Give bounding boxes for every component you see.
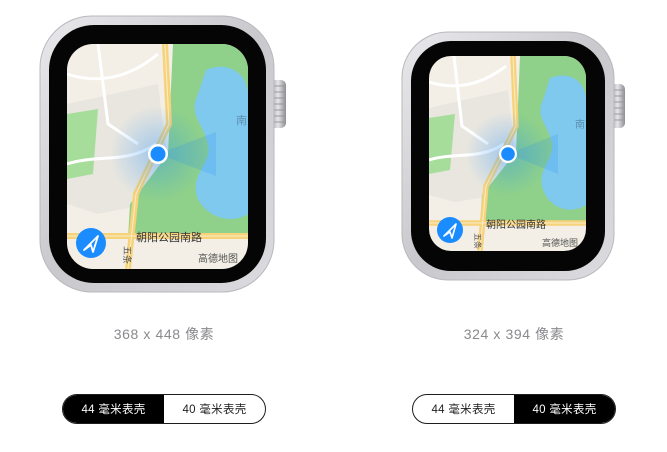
- road-label: 朝阳公园南路: [136, 231, 202, 244]
- building-label: 高德地图: [198, 252, 238, 265]
- edge-label: 南: [236, 114, 247, 127]
- case-size-toggle-right: 44 毫米表壳 40 毫米表壳: [412, 394, 616, 424]
- option-44mm[interactable]: 44 毫米表壳: [63, 395, 164, 423]
- resolution-caption-44mm: 368 x 448 像素: [113, 326, 215, 342]
- map-screen[interactable]: 朝阳公园南路 南 高德地图 五条: [429, 56, 586, 251]
- watch-40mm-preview: 朝阳公园南路 南 高德地图 五条: [400, 30, 632, 285]
- watch-44mm-preview: 朝阳公园南路 南 高德地图 五条: [38, 14, 290, 296]
- road-label: 朝阳公园南路: [486, 218, 546, 231]
- option-40mm[interactable]: 40 毫米表壳: [514, 395, 615, 423]
- resolution-caption-40mm: 324 x 394 像素: [463, 326, 565, 342]
- location-arrow-icon[interactable]: [437, 217, 463, 243]
- option-40mm[interactable]: 40 毫米表壳: [164, 395, 265, 423]
- map-screen[interactable]: 朝阳公园南路 南 高德地图 五条: [67, 44, 248, 269]
- location-arrow-icon[interactable]: [76, 228, 106, 258]
- building-label: 高德地图: [542, 237, 578, 249]
- edge-label: 南: [575, 118, 585, 131]
- case-size-toggle-left: 44 毫米表壳 40 毫米表壳: [62, 394, 266, 424]
- option-44mm[interactable]: 44 毫米表壳: [413, 395, 514, 423]
- side-road-label: 五条: [121, 246, 133, 264]
- side-road-label: 五条: [473, 233, 483, 249]
